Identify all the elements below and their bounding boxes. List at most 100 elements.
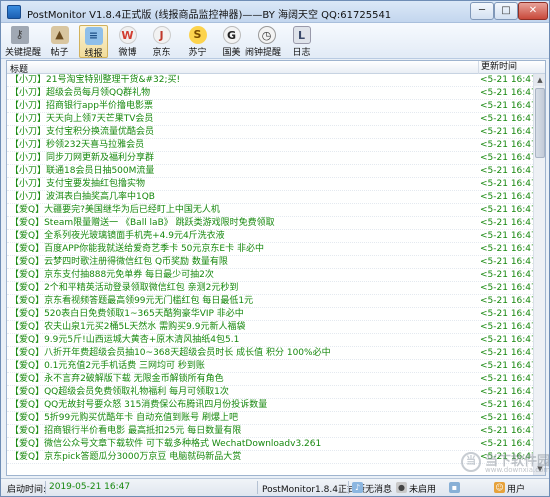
item-title[interactable]: 【小刀】天天向上领7天芒果TV会员	[10, 113, 476, 125]
list-item[interactable]: 【小刀】波洱表白抽奖高几率中1QB <5-21 16:47	[7, 191, 533, 204]
item-title[interactable]: 【爱Q】微信公众号文章下载软件 可下载多种格式 WechatDownloadv3…	[10, 438, 476, 450]
user-icon: ☺	[494, 482, 505, 493]
list-item[interactable]: 【小刀】同步刀网更新及福利分享群 <5-21 16:47	[7, 152, 533, 165]
user-status[interactable]: 用户	[507, 482, 525, 495]
list-item[interactable]: 【爱Q】Steam限量赠送一 《Ball laB》 跳跃类游戏限时免费领取 <5-…	[7, 217, 533, 230]
status-divider	[45, 481, 46, 494]
item-time: <5-21 16:47	[480, 218, 533, 228]
item-time: <5-21 16:47	[480, 270, 533, 280]
list-item[interactable]: 【小刀】21号淘宝特别整理干货&#32;买! <5-21 16:47	[7, 74, 533, 87]
item-title[interactable]: 【爱Q】5折99元购买优酷年卡 自动充值到账号 刷爆上吧	[10, 412, 476, 424]
item-title[interactable]: 【小刀】秒领232天喜马拉雅会员	[10, 139, 476, 151]
item-title[interactable]: 【爱Q】八折开年费超级会员抽10~368天超级会员时长 成长值 积分 100%必…	[10, 347, 476, 359]
list-item[interactable]: 【爱Q】微信公众号文章下载软件 可下载多种格式 WechatDownloadv3…	[7, 438, 533, 451]
close-button[interactable]: ✕	[518, 2, 548, 20]
item-title[interactable]: 【爱Q】京东看视频答题最高领99元无门槛红包 每日最低1元	[10, 295, 476, 307]
item-title[interactable]: 【爱Q】0.1元充值2元手机话费 三网均可 秒到账	[10, 360, 476, 372]
toolbar-reports[interactable]: ≡ 线报	[79, 25, 108, 59]
watermark: 当 当下软件园 www.downxia.com	[461, 450, 550, 476]
item-time: <5-21 16:47	[480, 231, 533, 241]
item-title[interactable]: 【爱Q】百度APP你能我就送给爱奇艺季卡 50元京东E卡 非必中	[10, 243, 476, 255]
list-item[interactable]: 【爱Q】农夫山泉1元买2桶5L天然水 需购买9.9元新人福袋 <5-21 16:4…	[7, 321, 533, 334]
list-item[interactable]: 【爱Q】0.1元充值2元手机话费 三网均可 秒到账 <5-21 16:47	[7, 360, 533, 373]
item-title[interactable]: 【小刀】支付宝要发抽红包撸实物	[10, 178, 476, 190]
list-item[interactable]: 【小刀】支付宝积分换流量优酷会员 <5-21 16:47	[7, 126, 533, 139]
sound-status[interactable]: 无消息	[365, 482, 392, 495]
log-icon: L	[292, 26, 311, 44]
title-bar[interactable]: PostMonitor V1.8.4正式版 (线报商品监控神器)——BY 海阔天…	[1, 1, 549, 23]
toolbar-suning[interactable]: S 苏宁	[183, 25, 212, 58]
item-title[interactable]: 【小刀】波洱表白抽奖高几率中1QB	[10, 191, 476, 203]
item-title[interactable]: 【爱Q】永不言弃2破解版下载 无限金币解锁所有角色	[10, 373, 476, 385]
list-item[interactable]: 【爱Q】京东看视频答题最高领99元无门槛红包 每日最低1元 <5-21 16:47	[7, 295, 533, 308]
item-title[interactable]: 【爱Q】京东pick答题瓜分3000万京豆 电脑就码新品大赏	[10, 451, 476, 463]
report-list[interactable]: 标题 更新时间 【小刀】21号淘宝特别整理干货&#32;买! <5-21 16:4…	[6, 60, 546, 476]
list-header: 标题 更新时间	[7, 61, 545, 75]
item-title[interactable]: 【小刀】支付宝积分换流量优酷会员	[10, 126, 476, 138]
minimize-button[interactable]: ─	[470, 2, 494, 20]
item-title[interactable]: 【小刀】招商银行app半价撸电影票	[10, 100, 476, 112]
list-item[interactable]: 【爱Q】八折开年费超级会员抽10~368天超级会员时长 成长值 积分 100%必…	[7, 347, 533, 360]
list-item[interactable]: 【爱Q】京东pick答题瓜分3000万京豆 电脑就码新品大赏 <5-21 16:4…	[7, 451, 533, 464]
list-item[interactable]: 【爱Q】云梦四时歌注册得微信红包 Q币奖励 数量有限 <5-21 16:47	[7, 256, 533, 269]
toolbar-gome[interactable]: G 国美	[217, 25, 246, 58]
list-item[interactable]: 【爱Q】QQ超级会员免费领取礼物福利 每月可领取1次 <5-21 16:47	[7, 386, 533, 399]
list-item[interactable]: 【爱Q】百度APP你能我就送给爱奇艺季卡 50元京东E卡 非必中 <5-21 16…	[7, 243, 533, 256]
enable-status[interactable]: 未启用	[409, 482, 436, 495]
list-item[interactable]: 【爱Q】招商银行半价看电影 最高抵扣25元 每日数量有限 <5-21 16:47	[7, 425, 533, 438]
status-bar: 启动时间: 2019-05-21 16:47 PostMonitor1.8.4正…	[1, 478, 549, 496]
item-title[interactable]: 【爱Q】QQ无故封号要众怒 315消费保公布腾讯四月份投诉数量	[10, 399, 476, 411]
item-title[interactable]: 【爱Q】京东支付抽888元免单券 每日最少可抽2次	[10, 269, 476, 281]
item-time: <5-21 16:47	[480, 400, 533, 410]
item-title[interactable]: 【小刀】超级会员每月领QQ群礼物	[10, 87, 476, 99]
toolbar-label: 国美	[222, 48, 241, 58]
maximize-button[interactable]: □	[494, 2, 518, 20]
list-item[interactable]: 【爱Q】QQ无故封号要众怒 315消费保公布腾讯四月份投诉数量 <5-21 16:…	[7, 399, 533, 412]
toolbar-keyword-alert[interactable]: ⚷ 关键提醒	[5, 25, 41, 58]
item-title[interactable]: 【爱Q】云梦四时歌注册得微信红包 Q币奖励 数量有限	[10, 256, 476, 268]
item-title[interactable]: 【小刀】同步刀网更新及福利分享群	[10, 152, 476, 164]
item-title[interactable]: 【小刀】联通18会员日抽500M流量	[10, 165, 476, 177]
item-title[interactable]: 【爱Q】QQ超级会员免费领取礼物福利 每月可领取1次	[10, 386, 476, 398]
item-time: <5-21 16:47	[480, 335, 533, 345]
item-title[interactable]: 【爱Q】9.9元5斤!山西运城大黄杏+原木清风抽纸4包5.1	[10, 334, 476, 346]
list-item[interactable]: 【爱Q】2个和平精英活动登录领取微信红包 亲测2元秒到 <5-21 16:47	[7, 282, 533, 295]
item-title[interactable]: 【爱Q】Steam限量赠送一 《Ball laB》 跳跃类游戏限时免费领取	[10, 217, 476, 229]
toolbar-alarm[interactable]: ◷ 闹钟提醒	[245, 25, 281, 58]
list-item[interactable]: 【小刀】天天向上领7天芒果TV会员 <5-21 16:47	[7, 113, 533, 126]
vertical-scrollbar[interactable]: ▲ ▼	[533, 74, 545, 475]
item-title[interactable]: 【小刀】21号淘宝特别整理干货&#32;买!	[10, 74, 476, 86]
app-icon	[7, 5, 21, 19]
list-item[interactable]: 【爱Q】5折99元购买优酷年卡 自动充值到账号 刷爆上吧 <5-21 16:47	[7, 412, 533, 425]
scroll-up-icon[interactable]: ▲	[534, 74, 545, 86]
item-title[interactable]: 【爱Q】2个和平精英活动登录领取微信红包 亲测2元秒到	[10, 282, 476, 294]
item-time: <5-21 16:47	[480, 166, 533, 176]
item-title[interactable]: 【爱Q】全系列夜光玻璃镜面手机壳+4.9元4斤洗衣液	[10, 230, 476, 242]
report-icon: ≡	[84, 27, 103, 45]
list-item[interactable]: 【小刀】支付宝要发抽红包撸实物 <5-21 16:47	[7, 178, 533, 191]
item-title[interactable]: 【爱Q】招商银行半价看电影 最高抵扣25元 每日数量有限	[10, 425, 476, 437]
toolbar-log[interactable]: L 日志	[287, 25, 316, 58]
list-item[interactable]: 【小刀】秒领232天喜马拉雅会员 <5-21 16:47	[7, 139, 533, 152]
list-item[interactable]: 【小刀】招商银行app半价撸电影票 <5-21 16:47	[7, 100, 533, 113]
toolbar-weibo[interactable]: W 微博	[113, 25, 142, 58]
status-divider	[257, 481, 258, 494]
list-item[interactable]: 【小刀】超级会员每月领QQ群礼物 <5-21 16:47	[7, 87, 533, 100]
list-item[interactable]: 【爱Q】京东支付抽888元免单券 每日最少可抽2次 <5-21 16:47	[7, 269, 533, 282]
list-item[interactable]: 【小刀】联通18会员日抽500M流量 <5-21 16:47	[7, 165, 533, 178]
item-time: <5-21 16:47	[480, 127, 533, 137]
toolbar-label: 日志	[292, 48, 311, 58]
list-item[interactable]: 【爱Q】永不言弃2破解版下载 无限金币解锁所有角色 <5-21 16:47	[7, 373, 533, 386]
column-header-time[interactable]: 更新时间	[478, 61, 533, 74]
list-item[interactable]: 【爱Q】9.9元5斤!山西运城大黄杏+原木清风抽纸4包5.1 <5-21 16:4…	[7, 334, 533, 347]
list-item[interactable]: 【爱Q】520表白日免费领取1~365天酷狗豪华VIP 非必中 <5-21 16:…	[7, 308, 533, 321]
item-title[interactable]: 【爱Q】农夫山泉1元买2桶5L天然水 需购买9.9元新人福袋	[10, 321, 476, 333]
item-title[interactable]: 【爱Q】520表白日免费领取1~365天酷狗豪华VIP 非必中	[10, 308, 476, 320]
scroll-thumb[interactable]	[535, 88, 545, 158]
toolbar-posts[interactable]: ▲ 帖子	[45, 25, 74, 58]
toolbar-jd[interactable]: J 京东	[147, 25, 176, 58]
start-time-label: 启动时间:	[7, 485, 47, 495]
list-item[interactable]: 【爱Q】全系列夜光玻璃镜面手机壳+4.9元4斤洗衣液 <5-21 16:47	[7, 230, 533, 243]
item-title[interactable]: 【爱Q】大疆要完?美国继华为后已经盯上中国无人机	[10, 204, 476, 216]
list-item[interactable]: 【爱Q】大疆要完?美国继华为后已经盯上中国无人机 <5-21 16:47	[7, 204, 533, 217]
